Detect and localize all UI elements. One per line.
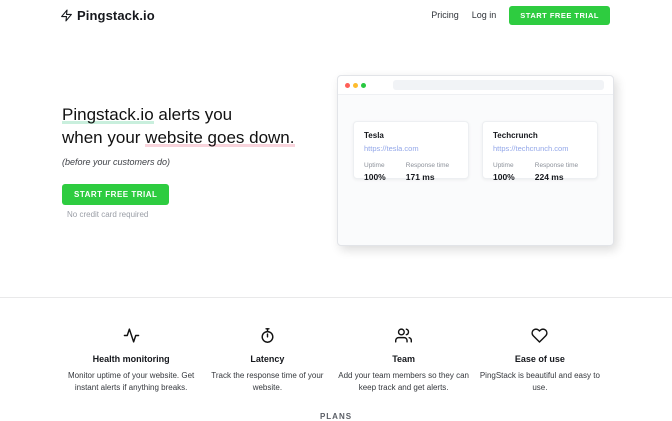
traffic-light-yellow-icon [353, 83, 358, 88]
header: Pingstack.io Pricing Log in START FREE T… [0, 0, 672, 30]
hero-subline: (before your customers do) [62, 157, 295, 167]
feature-description: Track the response time of your website. [199, 370, 335, 394]
feature-description: Monitor uptime of your website. Get inst… [63, 370, 199, 394]
uptime-value: 100% [364, 172, 386, 182]
monitor-dashboard: Tesla https://tesla.com Uptime 100% Resp… [338, 95, 613, 179]
headline-prefix: when your [62, 128, 145, 147]
brand-name: Pingstack.io [77, 8, 155, 23]
monitor-url-link[interactable]: https://techcrunch.com [493, 144, 587, 153]
response-time-stat: Response time 224 ms [535, 162, 578, 182]
team-icon [336, 327, 472, 345]
monitor-name: Techcrunch [493, 131, 587, 140]
traffic-light-green-icon [361, 83, 366, 88]
uptime-value: 100% [493, 172, 515, 182]
monitor-name: Tesla [364, 131, 458, 140]
feature-title: Health monitoring [63, 354, 199, 364]
feature-ease-of-use: Ease of use PingStack is beautiful and e… [472, 327, 608, 420]
uptime-label: Uptime [493, 162, 515, 169]
feature-title: Latency [199, 354, 335, 364]
brand-logo[interactable]: Pingstack.io [60, 8, 155, 23]
heart-icon [472, 327, 608, 345]
traffic-light-red-icon [345, 83, 350, 88]
hero-start-trial-button[interactable]: START FREE TRIAL [62, 184, 169, 205]
monitor-card-techcrunch: Techcrunch https://techcrunch.com Uptime… [482, 121, 598, 179]
uptime-stat: Uptime 100% [493, 162, 515, 182]
nav-link-pricing[interactable]: Pricing [431, 10, 459, 20]
hero-section: Pingstack.io alerts you when your websit… [62, 103, 295, 219]
uptime-label: Uptime [364, 162, 386, 169]
feature-title: Team [336, 354, 472, 364]
headline-highlight-down: website goes down. [145, 128, 294, 147]
browser-mockup: Tesla https://tesla.com Uptime 100% Resp… [337, 75, 614, 246]
feature-title: Ease of use [472, 354, 608, 364]
feature-latency: Latency Track the response time of your … [199, 327, 335, 420]
monitor-url-link[interactable]: https://tesla.com [364, 144, 458, 153]
header-start-trial-button[interactable]: START FREE TRIAL [509, 6, 610, 25]
feature-health-monitoring: Health monitoring Monitor uptime of your… [63, 327, 199, 420]
activity-icon [63, 327, 199, 345]
stopwatch-icon [199, 327, 335, 345]
response-time-stat: Response time 171 ms [406, 162, 449, 182]
headline-highlight-brand: Pingstack.io [62, 105, 154, 124]
nav-link-login[interactable]: Log in [472, 10, 497, 20]
response-time-label: Response time [406, 162, 449, 169]
response-time-label: Response time [535, 162, 578, 169]
uptime-stat: Uptime 100% [364, 162, 386, 182]
feature-description: Add your team members so they can keep t… [336, 370, 472, 394]
feature-description: PingStack is beautiful and easy to use. [472, 370, 608, 394]
features-section: Health monitoring Monitor uptime of your… [0, 297, 672, 420]
headline-rest: alerts you [154, 105, 232, 124]
header-nav: Pricing Log in START FREE TRIAL [431, 6, 610, 25]
no-credit-card-note: No credit card required [67, 210, 295, 219]
browser-titlebar [338, 76, 613, 95]
monitor-card-tesla: Tesla https://tesla.com Uptime 100% Resp… [353, 121, 469, 179]
hero-headline: Pingstack.io alerts you when your websit… [62, 103, 295, 149]
response-time-value: 171 ms [406, 172, 449, 182]
zap-icon [60, 9, 73, 22]
browser-address-bar [393, 80, 604, 90]
response-time-value: 224 ms [535, 172, 578, 182]
feature-team: Team Add your team members so they can k… [336, 327, 472, 420]
